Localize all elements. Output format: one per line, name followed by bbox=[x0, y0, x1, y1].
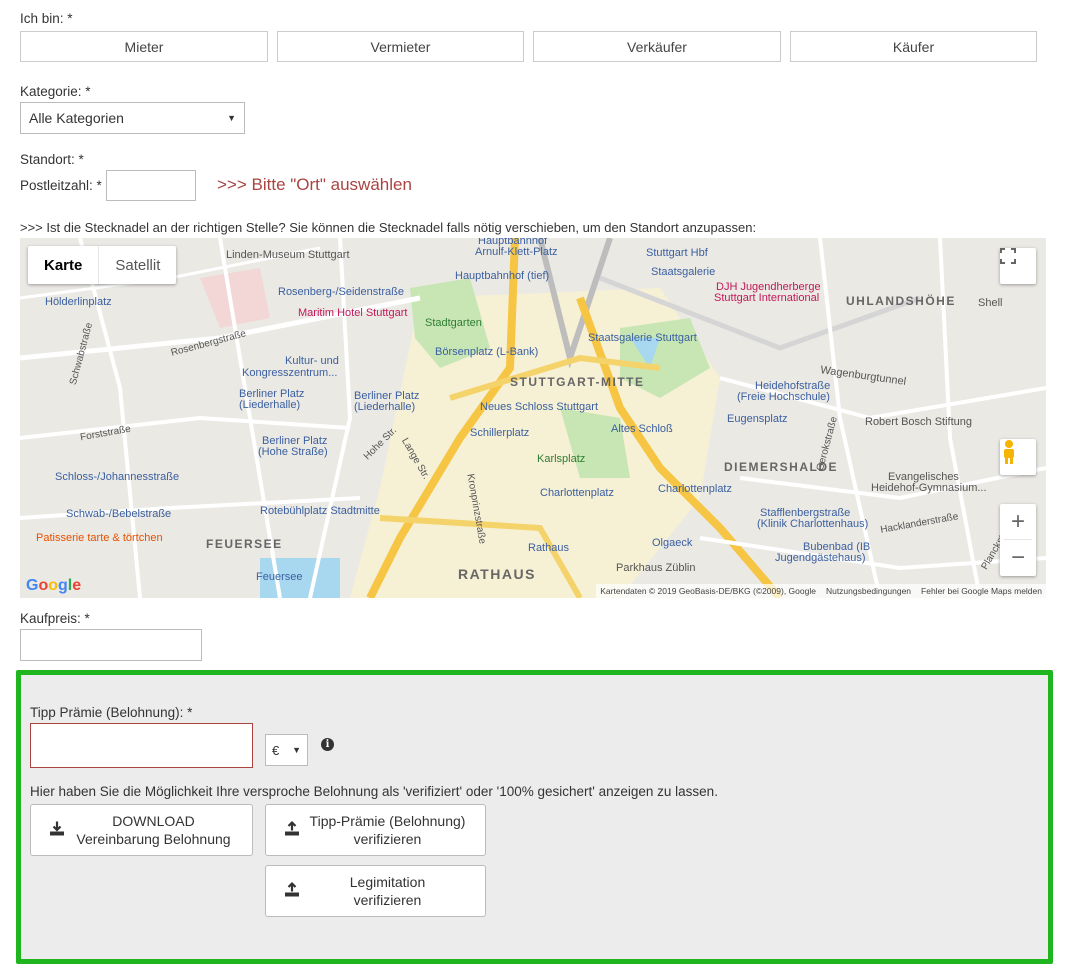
map-label: Parkhaus Züblin bbox=[616, 562, 696, 574]
map-type-karte-button[interactable]: Karte bbox=[28, 246, 98, 284]
role-kaeufer-button[interactable]: Käufer bbox=[790, 31, 1037, 62]
map-label: Rathaus bbox=[528, 542, 569, 554]
zoom-control: + − bbox=[1000, 504, 1036, 576]
map-label: Kongresszentrum... bbox=[242, 367, 338, 379]
map-label: Rosenberg-/Seidenstraße bbox=[278, 286, 404, 298]
role-verkaeufer-button[interactable]: Verkäufer bbox=[533, 31, 781, 62]
reward-section: Tipp Prämie (Belohnung): * € ▼ i Hier ha… bbox=[16, 670, 1053, 964]
map-hint: >>> Ist die Stecknadel an der richtigen … bbox=[20, 220, 757, 235]
price-input[interactable] bbox=[20, 629, 202, 661]
verify-legitimation-button[interactable]: Legimitation verifizieren bbox=[265, 865, 486, 917]
info-icon[interactable]: i bbox=[321, 738, 334, 751]
map-label: Karlsplatz bbox=[537, 453, 586, 465]
category-selected-value: Alle Kategorien bbox=[29, 110, 124, 126]
role-mieter-button[interactable]: Mieter bbox=[20, 31, 268, 62]
currency-value: € bbox=[272, 742, 280, 758]
map[interactable]: Linden-Museum Stuttgart Hauptbahnhof Arn… bbox=[20, 238, 1046, 598]
map-label: (Freie Hochschule) bbox=[737, 391, 830, 403]
download-icon bbox=[49, 821, 65, 840]
map-label: Kultur- und bbox=[285, 355, 339, 367]
category-select[interactable]: Alle Kategorien ▼ bbox=[20, 102, 245, 134]
role-label: Ich bin: * bbox=[20, 11, 73, 26]
map-label: (Liederhalle) bbox=[239, 399, 301, 411]
map-label: Hauptbahnhof (tief) bbox=[455, 270, 550, 282]
map-report-link[interactable]: Fehler bei Google Maps melden bbox=[921, 586, 1042, 596]
map-label: STUTTGART-MITTE bbox=[510, 375, 645, 389]
verify-legit-line2: verifizieren bbox=[353, 892, 422, 908]
zip-label: Postleitzahl: * bbox=[20, 178, 102, 193]
map-label: Heidehof-Gymnasium... bbox=[871, 482, 987, 494]
verify-reward-line2: verifizieren bbox=[353, 831, 422, 847]
location-label: Standort: * bbox=[20, 152, 84, 167]
verify-legit-line1: Legimitation bbox=[349, 874, 426, 890]
map-label: Staatsgalerie Stuttgart bbox=[588, 332, 697, 344]
street-view-pegman-icon[interactable] bbox=[1000, 439, 1036, 475]
map-label: Shell bbox=[978, 297, 1003, 309]
map-label: (Hohe Straße) bbox=[258, 446, 328, 458]
verify-reward-button[interactable]: Tipp-Prämie (Belohnung) verifizieren bbox=[265, 804, 486, 856]
map-label: (Liederhalle) bbox=[354, 401, 416, 413]
fullscreen-icon[interactable] bbox=[1000, 248, 1036, 284]
reward-input[interactable] bbox=[30, 723, 253, 768]
map-label: Stuttgart Hbf bbox=[646, 247, 708, 259]
map-label: Linden-Museum Stuttgart bbox=[226, 249, 350, 261]
map-label: Rotebühlplatz Stadtmitte bbox=[260, 505, 380, 517]
map-label: Patisserie tarte & törtchen bbox=[36, 532, 163, 544]
map-label: Jugendgästehaus) bbox=[775, 552, 866, 564]
map-label: Arnulf-Klett-Platz bbox=[475, 246, 558, 258]
map-label: Staatsgalerie bbox=[651, 266, 716, 278]
map-label: UHLANDSHÖHE bbox=[846, 294, 956, 308]
map-attribution: Kartendaten © 2019 GeoBasis-DE/BKG (©200… bbox=[600, 586, 816, 596]
price-label: Kaufpreis: * bbox=[20, 611, 90, 626]
download-line1: DOWNLOAD bbox=[112, 813, 195, 829]
google-logo: Google bbox=[26, 577, 82, 594]
chevron-down-icon: ▼ bbox=[292, 745, 301, 755]
map-label: Schloss-/Johannesstraße bbox=[55, 471, 180, 483]
category-label: Kategorie: * bbox=[20, 84, 91, 99]
zoom-in-icon[interactable]: + bbox=[1004, 504, 1032, 540]
map-label: Hölderlinplatz bbox=[45, 296, 112, 308]
map-label: Feuersee bbox=[256, 571, 303, 583]
map-label: Börsenplatz (L-Bank) bbox=[435, 346, 539, 358]
map-type-control: Karte Satellit bbox=[28, 246, 177, 284]
map-label: Stadtgarten bbox=[425, 317, 482, 329]
map-label: Altes Schloß bbox=[611, 423, 673, 435]
chevron-down-icon: ▼ bbox=[227, 113, 236, 123]
upload-icon bbox=[284, 881, 300, 901]
map-label: Robert Bosch Stiftung bbox=[865, 416, 973, 428]
download-line2: Vereinbarung Belohnung bbox=[76, 831, 231, 847]
location-warning: >>> Bitte "Ort" auswählen bbox=[217, 175, 412, 194]
verify-reward-line1: Tipp-Prämie (Belohnung) bbox=[309, 813, 466, 829]
map-label: Schwab-/Bebelstraße bbox=[66, 508, 172, 520]
map-label: Stuttgart International bbox=[714, 292, 820, 304]
map-label: Eugensplatz bbox=[727, 413, 788, 425]
upload-icon bbox=[284, 820, 300, 840]
zoom-out-icon[interactable]: − bbox=[1011, 540, 1025, 576]
zip-input[interactable] bbox=[106, 170, 196, 201]
map-label: (Klinik Charlottenhaus) bbox=[757, 518, 869, 530]
map-type-satellit-button[interactable]: Satellit bbox=[98, 246, 176, 284]
download-agreement-button[interactable]: DOWNLOAD Vereinbarung Belohnung bbox=[30, 804, 253, 856]
reward-info-text: Hier haben Sie die Möglichkeit Ihre vers… bbox=[30, 784, 718, 799]
role-vermieter-button[interactable]: Vermieter bbox=[277, 31, 524, 62]
map-label: Olgaeck bbox=[652, 537, 693, 549]
map-label: FEUERSEE bbox=[206, 537, 283, 551]
map-label: Charlottenplatz bbox=[540, 487, 614, 499]
map-label: Neues Schloss Stuttgart bbox=[480, 401, 599, 413]
map-label: RATHAUS bbox=[458, 566, 536, 582]
map-footer: Kartendaten © 2019 GeoBasis-DE/BKG (©200… bbox=[596, 584, 1046, 598]
reward-label: Tipp Prämie (Belohnung): * bbox=[30, 705, 193, 720]
currency-select[interactable]: € ▼ bbox=[265, 734, 308, 766]
map-label: Maritim Hotel Stuttgart bbox=[298, 307, 408, 319]
map-label: Charlottenplatz bbox=[658, 483, 732, 495]
map-label: Schillerplatz bbox=[470, 427, 530, 439]
map-terms-link[interactable]: Nutzungsbedingungen bbox=[826, 586, 911, 596]
